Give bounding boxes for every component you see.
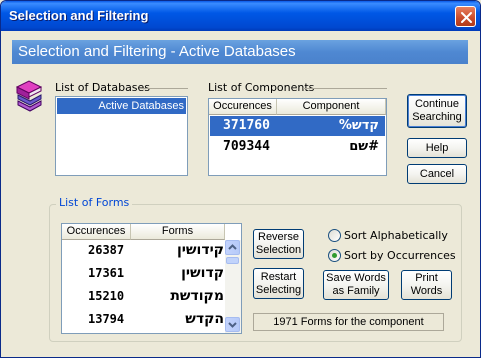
- books-icon: [15, 80, 43, 112]
- scroll-up-button[interactable]: [225, 240, 240, 255]
- sort-alphabetically-radio[interactable]: [328, 229, 341, 242]
- save-words-button[interactable]: Save Words as Family: [323, 270, 389, 300]
- forms-scrollbar[interactable]: [225, 240, 241, 333]
- restart-label-2: Selecting: [255, 283, 302, 296]
- forms-row-form: הקדש: [185, 311, 224, 327]
- dialog-window: Selection and Filtering Selection and Fi…: [0, 0, 481, 358]
- components-label: List of Components: [208, 81, 315, 94]
- forms-col-occurrences[interactable]: Occurences: [62, 224, 131, 240]
- reverse-selection-button[interactable]: Reverse Selection: [253, 229, 304, 259]
- sort-by-occurrences-label[interactable]: Sort by Occurrences: [344, 249, 456, 262]
- forms-row-occurrences: 13794: [88, 312, 125, 326]
- forms-table[interactable]: Occurences Forms 26387 קידושין 17361 קדו…: [61, 223, 242, 334]
- print-words-button[interactable]: Print Words: [401, 270, 452, 300]
- save-label-2: as Family: [332, 285, 380, 297]
- databases-list[interactable]: Active Databases: [55, 96, 188, 176]
- help-button[interactable]: Help: [407, 138, 467, 158]
- reverse-label-1: Reverse: [258, 231, 299, 243]
- forms-label: List of Forms: [56, 196, 133, 209]
- scroll-up-icon: [228, 244, 237, 250]
- cancel-label: Cancel: [419, 167, 455, 180]
- help-label: Help: [425, 141, 449, 154]
- databases-item-active[interactable]: Active Databases: [57, 98, 186, 114]
- sort-by-occurrences-radio[interactable]: [328, 249, 341, 262]
- close-icon: [461, 12, 472, 23]
- components-divider: [303, 88, 387, 89]
- print-label-1: Print: [415, 272, 438, 284]
- forms-col-forms[interactable]: Forms: [131, 224, 225, 240]
- forms-row-form: קידושין: [176, 242, 224, 258]
- databases-label: List of Databases: [55, 81, 151, 94]
- continue-searching-button[interactable]: Continue Searching: [407, 94, 467, 128]
- components-col-occurrences[interactable]: Occurences: [209, 99, 277, 115]
- sort-alphabetically-label[interactable]: Sort Alphabetically: [344, 229, 448, 242]
- continue-label-1: Continue: [414, 98, 460, 110]
- status-text: 1971 Forms for the component: [253, 313, 444, 331]
- forms-row-occurrences: 15210: [88, 289, 125, 303]
- print-label-2: Words: [410, 285, 443, 297]
- title-bar[interactable]: Selection and Filtering: [1, 1, 480, 31]
- restart-label-1: Restart: [260, 270, 297, 283]
- components-row-component: קדש%: [338, 118, 379, 133]
- scroll-down-button[interactable]: [225, 317, 240, 332]
- components-row-component: #שם: [349, 139, 379, 154]
- forms-row-form: קדושין: [181, 265, 224, 281]
- forms-row-occurrences: 17361: [88, 266, 125, 280]
- close-button[interactable]: [455, 6, 476, 27]
- window-title: Selection and Filtering: [9, 8, 149, 23]
- forms-row-form: מקודשת: [170, 288, 224, 304]
- save-label-1: Save Words: [326, 272, 386, 284]
- continue-label-2: Searching: [412, 111, 462, 123]
- scroll-down-icon: [228, 322, 237, 328]
- components-row-occurrences: 371760: [223, 118, 270, 133]
- components-row-occurrences: 709344: [223, 139, 270, 154]
- components-table[interactable]: Occurences Component 371760 קדש% 709344 …: [208, 98, 387, 176]
- reverse-label-2: Selection: [255, 244, 302, 256]
- cancel-button[interactable]: Cancel: [407, 164, 467, 184]
- scroll-thumb[interactable]: [226, 257, 239, 264]
- section-banner: Selection and Filtering - Active Databas…: [12, 40, 468, 64]
- restart-selecting-button[interactable]: Restart Selecting: [253, 268, 304, 299]
- forms-row-occurrences: 26387: [88, 243, 125, 257]
- databases-divider: [141, 88, 188, 89]
- components-col-component[interactable]: Component: [277, 99, 386, 115]
